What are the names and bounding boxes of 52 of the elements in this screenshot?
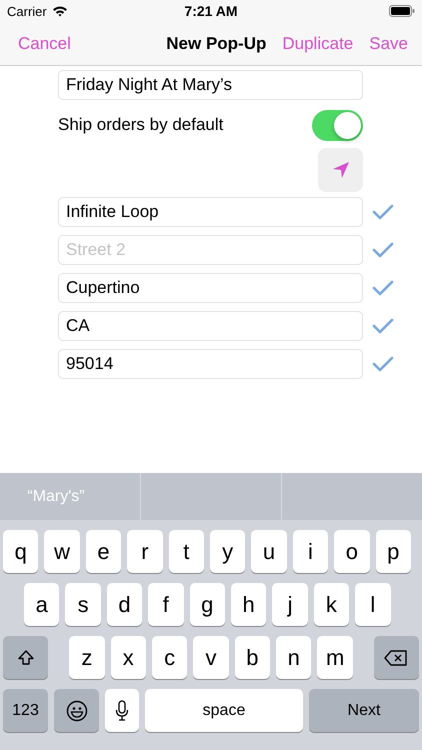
- letter-key[interactable]: y: [210, 530, 246, 573]
- letter-key[interactable]: l: [355, 583, 391, 626]
- letter-key[interactable]: x: [110, 636, 146, 679]
- letter-key[interactable]: j: [272, 583, 308, 626]
- letter-key[interactable]: z: [69, 636, 105, 679]
- microphone-icon: [115, 700, 129, 722]
- letter-key[interactable]: f: [148, 583, 184, 626]
- emoji-key[interactable]: [54, 689, 99, 732]
- letter-key[interactable]: k: [314, 583, 350, 626]
- location-arrow-icon: [330, 160, 350, 180]
- toggle-switch[interactable]: [312, 110, 363, 140]
- letter-key[interactable]: e: [86, 530, 122, 573]
- shift-icon: [16, 648, 34, 666]
- delete-key[interactable]: [374, 636, 419, 679]
- letter-key[interactable]: m: [317, 636, 353, 679]
- address-field[interactable]: Street 2: [58, 235, 363, 265]
- address-field[interactable]: 95014: [58, 349, 363, 379]
- battery-icon: [388, 5, 415, 17]
- letter-key[interactable]: r: [127, 530, 163, 573]
- next-key[interactable]: Next: [309, 689, 419, 732]
- emoji-icon: [66, 700, 88, 722]
- letter-key[interactable]: c: [152, 636, 188, 679]
- letter-key[interactable]: a: [24, 583, 60, 626]
- letter-key[interactable]: i: [292, 530, 328, 573]
- delete-icon: [384, 650, 408, 666]
- address-field[interactable]: Cupertino: [58, 273, 363, 303]
- letter-key[interactable]: w: [44, 530, 80, 573]
- letter-key[interactable]: v: [193, 636, 229, 679]
- numbers-key[interactable]: 123: [3, 689, 48, 732]
- letter-key[interactable]: u: [251, 530, 287, 573]
- address-field[interactable]: CA: [58, 311, 363, 341]
- shift-key[interactable]: [3, 636, 48, 679]
- letter-key[interactable]: d: [106, 583, 142, 626]
- wifi-icon: [52, 5, 68, 17]
- status-time: 7:21 AM: [184, 3, 238, 19]
- letter-key[interactable]: h: [230, 583, 266, 626]
- microphone-key[interactable]: [105, 689, 139, 732]
- name-field[interactable]: Friday Night At Mary’s: [58, 70, 363, 100]
- letter-key[interactable]: s: [65, 583, 101, 626]
- letter-key[interactable]: o: [334, 530, 370, 573]
- letter-key[interactable]: n: [276, 636, 312, 679]
- location-button[interactable]: [318, 148, 363, 192]
- nav-title: New Pop-Up: [165, 34, 266, 54]
- letter-key[interactable]: g: [190, 583, 225, 626]
- address-field[interactable]: Infinite Loop: [58, 197, 363, 227]
- letter-key[interactable]: b: [234, 636, 270, 679]
- letter-key[interactable]: p: [376, 530, 411, 573]
- toggle-label: Ship orders by default: [58, 115, 224, 135]
- space-key[interactable]: space: [145, 689, 303, 732]
- carrier-label: Carrier: [7, 4, 47, 18]
- letter-key[interactable]: q: [3, 530, 38, 573]
- letter-key[interactable]: t: [168, 530, 204, 573]
